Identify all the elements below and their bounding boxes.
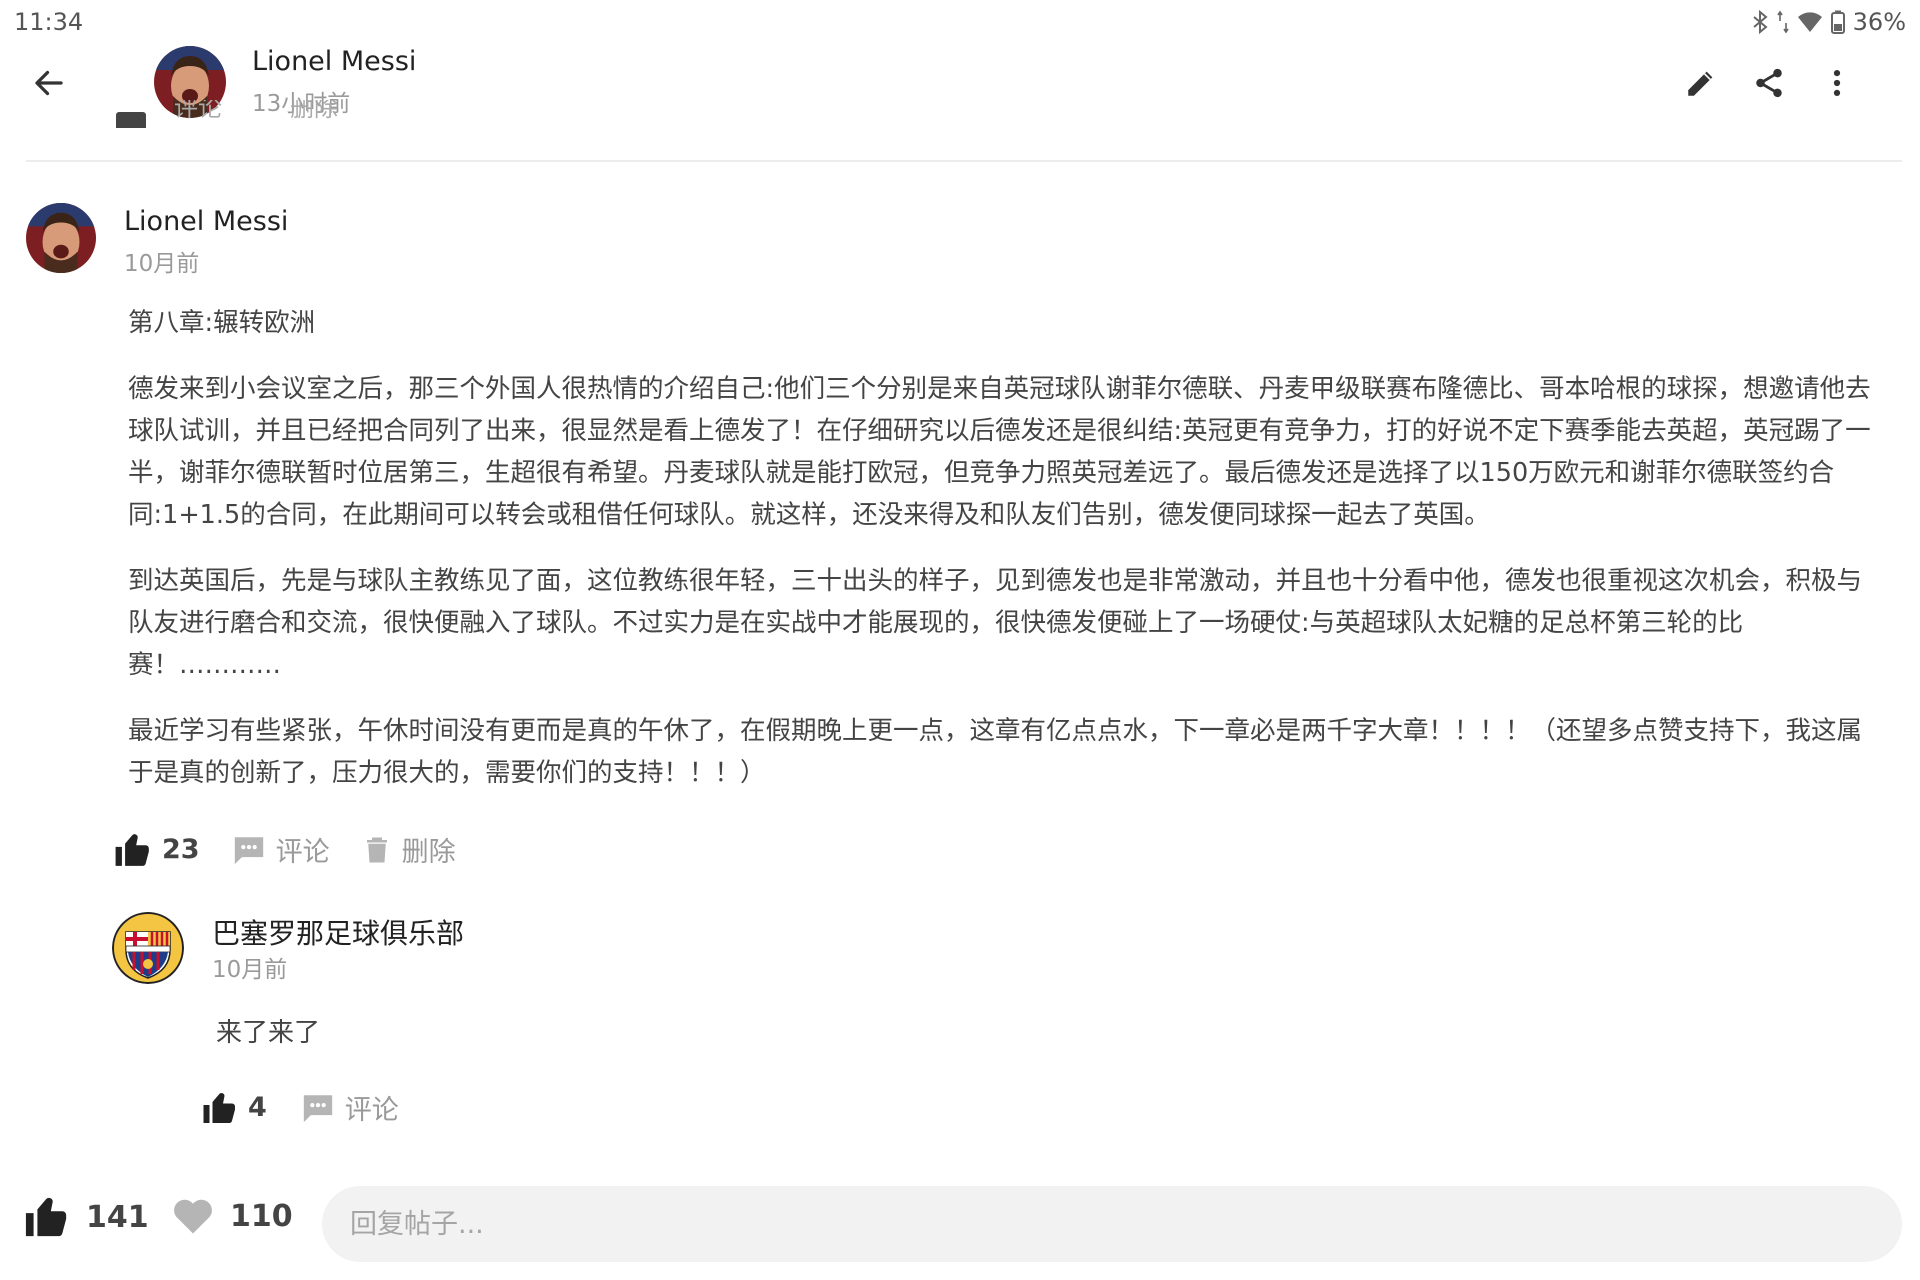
comment-like-count: 4: [248, 1092, 267, 1123]
bottom-like-button[interactable]: 141: [24, 1194, 149, 1240]
post-time: 10月前: [124, 251, 200, 277]
heart-icon: [174, 1199, 212, 1234]
pencil-icon: [1688, 71, 1713, 96]
fc-barcelona-crest-icon: [112, 912, 184, 984]
post-paragraph: 德发来到小会议室之后，那三个外国人很热情的介绍自己:他们三个分别是来自英冠球队谢…: [128, 374, 1871, 530]
post-title: 第八章:辗转欧洲: [128, 308, 316, 338]
trash-icon: [366, 837, 387, 862]
post-author-avatar[interactable]: [26, 203, 96, 273]
more-options-button[interactable]: [1812, 58, 1862, 108]
thumb-up-icon: [116, 112, 146, 128]
back-button[interactable]: [24, 58, 74, 108]
edit-button[interactable]: [1676, 58, 1726, 108]
bluetooth-icon: [1753, 10, 1768, 34]
wifi-icon: [1797, 12, 1822, 32]
comment-icon: [234, 836, 263, 864]
share-button[interactable]: [1744, 58, 1794, 108]
post-actions: 23 评论 删除: [114, 830, 456, 869]
comment-author-avatar[interactable]: [112, 912, 184, 984]
comment-icon: [303, 1094, 332, 1122]
post-body: 第八章:辗转欧洲 德发来到小会议室之后，那三个外国人很热情的介绍自己:他们三个分…: [128, 302, 1880, 818]
thumb-up-icon: [115, 833, 149, 866]
thumb-up-icon: [25, 1197, 67, 1237]
share-icon: [1756, 68, 1782, 98]
comment-actions: 4 评论: [202, 1088, 399, 1127]
comment-author-name[interactable]: 巴塞罗那足球俱乐部: [212, 912, 464, 952]
bottom-like-count: 141: [86, 1199, 149, 1235]
comment-text: 来了来了: [216, 1018, 321, 1048]
more-vert-icon: [1833, 69, 1841, 97]
post-paragraph: 到达英国后，先是与球队主教练见了面，这位教练很年轻，三十出头的样子，见到德发也是…: [128, 566, 1863, 680]
ghost-comment-label: 评论: [174, 100, 222, 122]
post-author-name[interactable]: Lionel Messi: [124, 206, 288, 237]
post-delete-label: 删除: [401, 837, 456, 868]
data-arrows-icon: [1776, 10, 1789, 34]
bottom-favorite-count: 110: [230, 1198, 293, 1234]
post-like-count: 23: [162, 834, 200, 865]
comment-reply-button[interactable]: 评论: [301, 1088, 399, 1127]
arrow-back-icon: [35, 70, 63, 96]
battery-icon: [1830, 10, 1845, 34]
post-comment-label: 评论: [275, 837, 330, 868]
bottom-favorite-button[interactable]: 110: [172, 1196, 293, 1236]
ghost-delete-label: 删除: [290, 100, 338, 122]
header-author-name[interactable]: Lionel Messi: [252, 46, 416, 77]
post-delete-button[interactable]: 删除: [362, 830, 456, 869]
header-divider: [26, 160, 1902, 162]
messi-avatar-image: [26, 203, 96, 273]
post-comment-button[interactable]: 评论: [232, 830, 330, 869]
post-like-button[interactable]: 23: [114, 831, 200, 869]
comment-reply-label: 评论: [344, 1095, 399, 1126]
post-paragraph: 最近学习有些紧张，午休时间没有更而是真的午休了，在假期晚上更一点，这章有亿点点水…: [128, 716, 1863, 788]
scrolled-actions-peek: 评论 删除: [116, 100, 338, 128]
thumb-up-icon: [203, 1092, 235, 1123]
reply-input[interactable]: [322, 1186, 1902, 1262]
comment-time: 10月前: [212, 957, 288, 983]
status-icons: 36%: [1751, 8, 1906, 36]
status-time: 11:34: [14, 8, 84, 36]
battery-percent: 36%: [1852, 8, 1906, 36]
comment-like-button[interactable]: 4: [202, 1090, 267, 1126]
